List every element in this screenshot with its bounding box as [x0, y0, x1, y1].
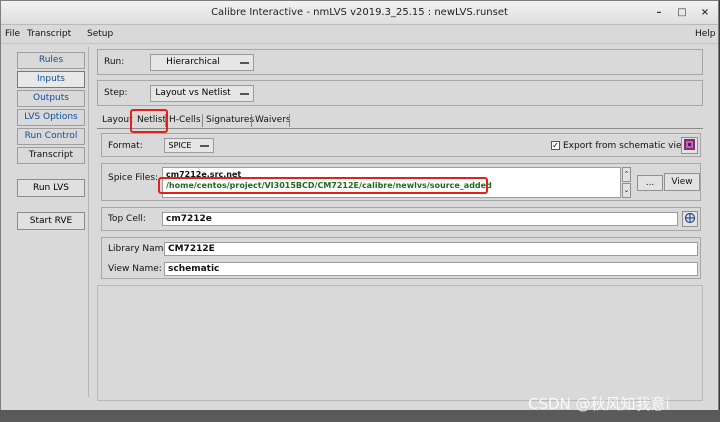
top-cell-label: Top Cell:: [108, 214, 146, 224]
scroll-up-button[interactable]: ⌃: [622, 167, 631, 182]
step-select[interactable]: Layout vs Netlist: [150, 85, 254, 102]
format-select[interactable]: SPICE: [164, 138, 214, 153]
sidebar-item-transcript[interactable]: Transcript: [17, 147, 85, 164]
menu-help[interactable]: Help: [695, 29, 716, 39]
library-name-label: Library Name:: [108, 244, 172, 254]
run-mode-select[interactable]: Hierarchical: [150, 54, 254, 71]
run-mode-value: Hierarchical: [166, 57, 220, 67]
step-label: Step:: [104, 88, 128, 98]
format-value: SPICE: [168, 141, 192, 150]
cell-browse-button[interactable]: [682, 211, 698, 227]
csdn-watermark: CSDN @秋风知我意i: [528, 395, 670, 413]
maximize-button[interactable]: □: [674, 5, 690, 21]
scroll-down-button[interactable]: ⌄: [622, 183, 631, 198]
title-bar: Calibre Interactive - nmLVS v2019.3_25.1…: [1, 1, 718, 25]
netlist-panel-empty-area: [97, 285, 703, 401]
sidebar-item-lvs-options[interactable]: LVS Options: [17, 109, 85, 126]
library-name-input[interactable]: CM7212E: [164, 242, 698, 256]
menu-file[interactable]: File: [5, 29, 20, 39]
schematic-viewer-icon: [684, 139, 695, 150]
dropdown-icon: [200, 145, 209, 147]
step-value: Layout vs Netlist: [155, 88, 231, 98]
dropdown-icon: [240, 93, 249, 95]
netlist-tab-highlight: [130, 109, 168, 133]
sidebar: Rules Inputs Outputs LVS Options Run Con…: [13, 47, 89, 397]
format-frame: Format: SPICE ✓ Export from schematic vi…: [101, 133, 701, 157]
view-button[interactable]: View: [664, 173, 700, 191]
scroll-down-icon: ⌄: [623, 186, 630, 194]
browse-button[interactable]: ...: [637, 175, 663, 191]
run-label: Run:: [104, 57, 125, 67]
format-label: Format:: [108, 141, 143, 151]
step-frame: Step: Layout vs Netlist: [97, 80, 703, 106]
view-name-input[interactable]: schematic: [164, 262, 698, 276]
tab-underline: [97, 128, 703, 129]
cell-browse-icon: [684, 212, 696, 224]
export-label: Export from schematic viewer: [563, 141, 699, 151]
sidebar-item-rules[interactable]: Rules: [17, 52, 85, 69]
menu-setup[interactable]: Setup: [87, 29, 113, 39]
top-cell-frame: Top Cell: cm7212e: [101, 207, 701, 231]
top-cell-input[interactable]: cm7212e: [162, 212, 678, 226]
sidebar-item-outputs[interactable]: Outputs: [17, 90, 85, 107]
menu-bar: File Transcript Setup Help: [1, 26, 718, 44]
tab-separator: [289, 114, 290, 127]
close-button[interactable]: ×: [697, 5, 713, 21]
sidebar-item-run-control[interactable]: Run Control: [17, 128, 85, 145]
start-rve-button[interactable]: Start RVE: [17, 212, 85, 230]
schematic-viewer-button[interactable]: [681, 137, 698, 154]
menu-transcript[interactable]: Transcript: [27, 29, 71, 39]
minimize-button[interactable]: –: [651, 5, 667, 21]
tab-waivers[interactable]: Waivers: [252, 113, 294, 128]
calibre-window: Calibre Interactive - nmLVS v2019.3_25.1…: [0, 0, 719, 422]
window-title: Calibre Interactive - nmLVS v2019.3_25.1…: [211, 7, 508, 18]
run-lvs-button[interactable]: Run LVS: [17, 179, 85, 197]
dropdown-icon: [240, 62, 249, 64]
spice-files-label: Spice Files:: [108, 173, 159, 183]
view-name-label: View Name:: [108, 264, 162, 274]
sidebar-item-inputs[interactable]: Inputs: [17, 71, 85, 88]
source-path-highlight: [158, 177, 488, 194]
scroll-up-icon: ⌃: [623, 170, 630, 178]
run-frame: Run: Hierarchical: [97, 49, 703, 75]
tab-signatures[interactable]: Signatures: [203, 113, 257, 128]
tab-h-cells[interactable]: H-Cells: [166, 113, 204, 128]
export-checkbox[interactable]: ✓: [551, 141, 560, 150]
library-frame: Library Name: CM7212E View Name: schemat…: [101, 237, 701, 279]
